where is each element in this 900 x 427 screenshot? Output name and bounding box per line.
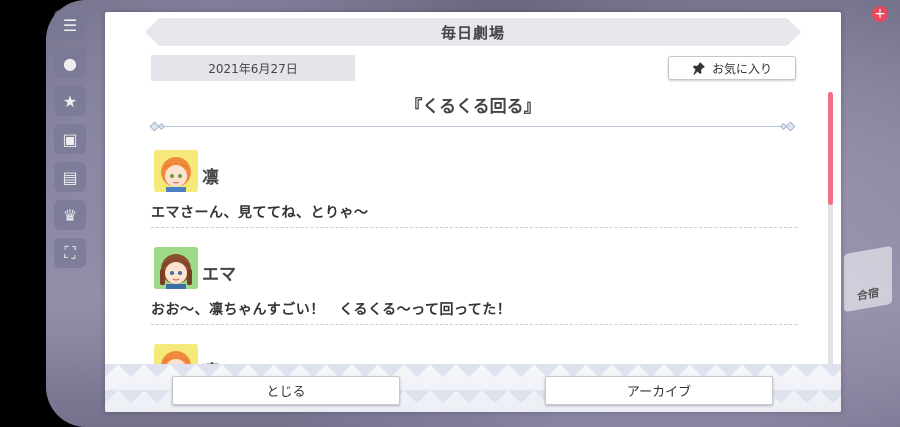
list-item: エマ おお〜、凛ちゃんすごい！ くるくる〜って回ってた！ (151, 239, 797, 336)
chat-icon[interactable]: ● (54, 48, 86, 78)
speaker-name: 凛 (202, 168, 219, 188)
archive-button[interactable]: アーカイブ (545, 376, 773, 405)
archive-label: アーカイブ (626, 385, 692, 400)
story-title: 『くるくる回る』 (405, 97, 541, 117)
expand-icon[interactable]: ⛶ (54, 238, 86, 268)
dialogue-text: エマさーん、見ててね、とりゃ〜 (151, 205, 369, 221)
title-divider (149, 121, 796, 132)
entry-divider (151, 227, 797, 228)
close-button[interactable]: とじる (172, 376, 400, 405)
dialog-title: 毎日劇場 (440, 23, 505, 42)
event-icon[interactable]: ★ (54, 86, 86, 116)
date-text: 2021年6月27日 (208, 61, 298, 76)
board-icon[interactable]: ▤ (54, 162, 86, 192)
date-label: 2021年6月27日 (151, 55, 355, 81)
gift-icon[interactable]: ▣ (54, 124, 86, 154)
rin-avatar-icon (154, 150, 198, 192)
camp-tile[interactable]: 合宿 (844, 245, 892, 313)
list-item: 凛 (151, 336, 797, 367)
emma-avatar-icon (154, 247, 198, 289)
speaker-name: エマ (202, 265, 236, 285)
dialogue-list[interactable]: 凛 エマさーん、見ててね、とりゃ〜 エマ おお〜、凛ちゃんすごい！ くるくる〜っ… (151, 142, 797, 367)
dialog-footer: とじる アーカイブ (105, 364, 841, 412)
dialog-header: 毎日劇場 (145, 18, 801, 46)
favorite-label: お気に入り (711, 61, 772, 76)
trophy-icon[interactable]: ♛ (54, 200, 86, 230)
close-label: とじる (266, 385, 306, 400)
scroll-thumb[interactable] (828, 92, 833, 205)
menu-icon[interactable]: ☰ (54, 10, 86, 40)
list-item: 凛 エマさーん、見ててね、とりゃ〜 (151, 142, 797, 239)
scrollbar[interactable] (828, 92, 833, 366)
dialogue-text: おお〜、凛ちゃんすごい！ くるくる〜って回ってた！ (151, 302, 512, 318)
favorite-button[interactable]: お気に入り (668, 56, 796, 80)
camp-tile-label: 合宿 (857, 286, 879, 303)
daily-theater-dialog: 毎日劇場 2021年6月27日 お気に入り 『くるくる回る』 凛 エマさーん、見… (105, 12, 841, 412)
side-menu: ☰ ● ★ ▣ ▤ ♛ ⛶ (52, 10, 88, 268)
pin-icon (692, 61, 706, 75)
entry-divider (151, 324, 797, 325)
plus-icon[interactable]: + (872, 6, 888, 22)
